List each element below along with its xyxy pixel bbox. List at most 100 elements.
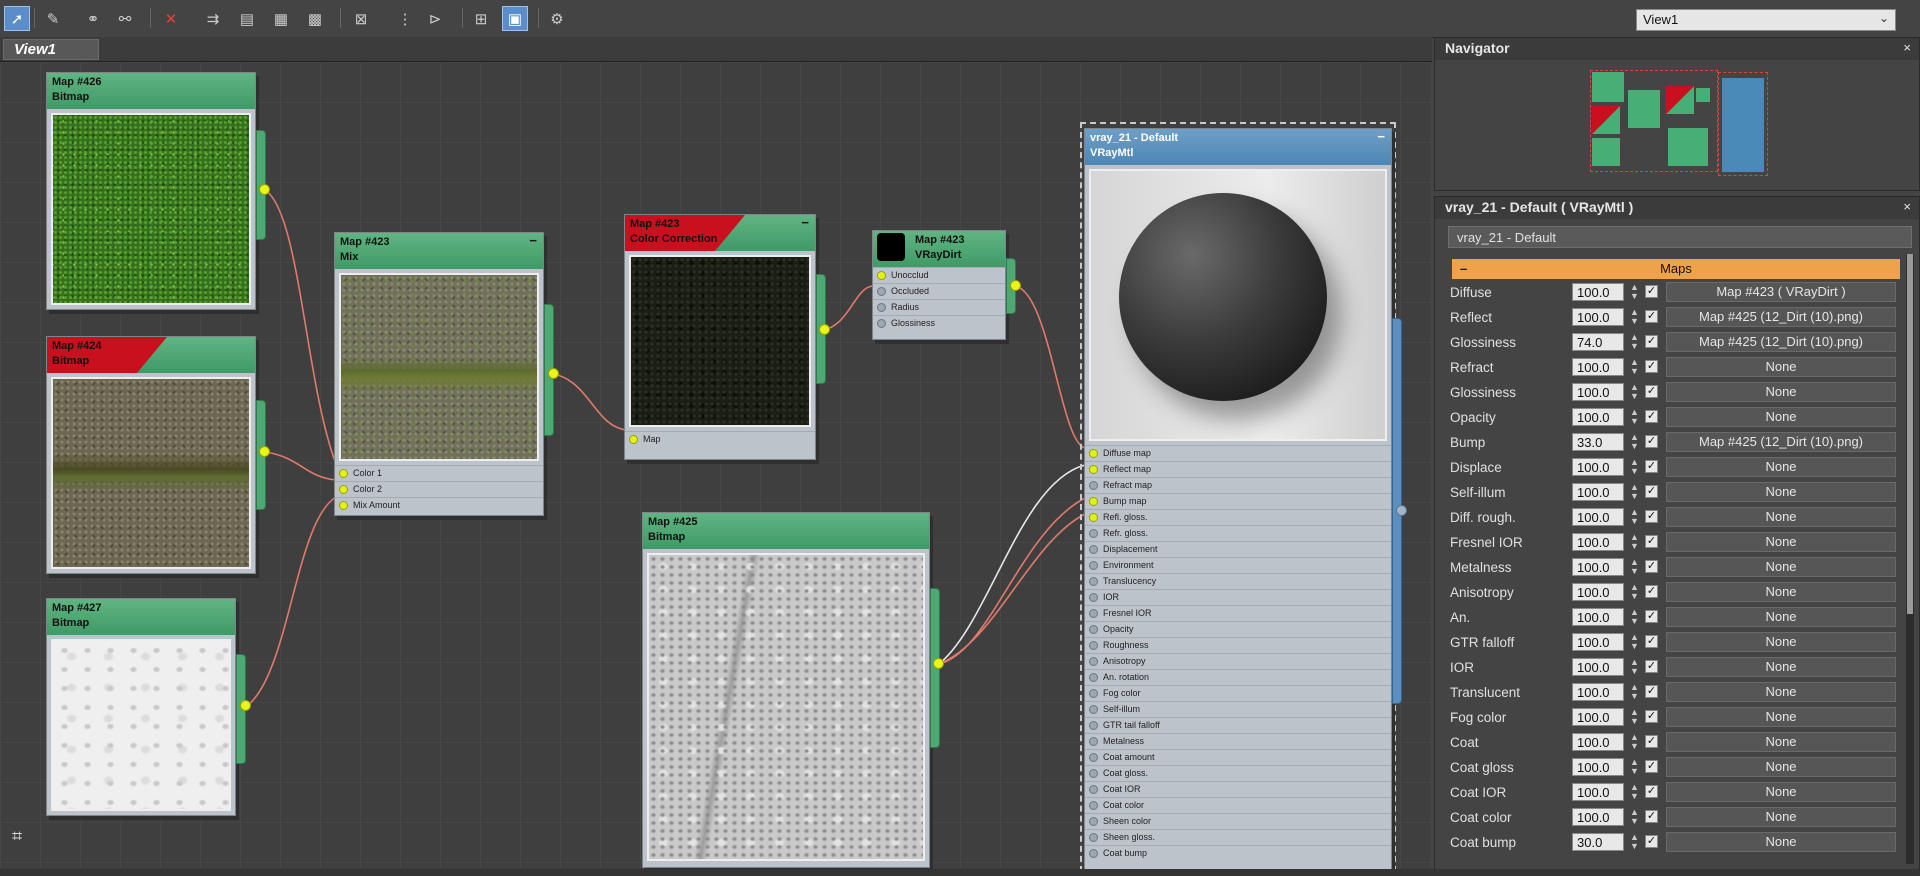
show-end-result-icon[interactable]: ▣ bbox=[502, 6, 528, 31]
input-slot[interactable]: Translucency bbox=[1085, 573, 1391, 589]
input-slot[interactable]: Fog color bbox=[1085, 685, 1391, 701]
close-icon[interactable]: × bbox=[1903, 40, 1911, 55]
spinner-icon[interactable]: ▲ ▼ bbox=[1628, 783, 1641, 801]
navigator-view[interactable] bbox=[1590, 70, 1770, 182]
node-header[interactable]: Map #423 Mix − bbox=[335, 233, 543, 269]
input-socket[interactable] bbox=[1089, 689, 1098, 698]
amount-input[interactable]: 74.0 bbox=[1572, 333, 1624, 351]
input-slot[interactable]: IOR bbox=[1085, 589, 1391, 605]
amount-input[interactable]: 100.0 bbox=[1572, 633, 1624, 651]
map-slot-button[interactable]: None bbox=[1666, 532, 1896, 552]
pick-material-icon[interactable]: ✎ bbox=[40, 6, 66, 31]
input-socket[interactable] bbox=[1089, 449, 1098, 458]
amount-input[interactable]: 100.0 bbox=[1572, 283, 1624, 301]
options-icon[interactable]: ⚙ bbox=[544, 6, 570, 31]
amount-input[interactable]: 100.0 bbox=[1572, 558, 1624, 576]
tab-view1[interactable]: View1 bbox=[3, 39, 99, 60]
node-map-424[interactable]: Map #424 Bitmap bbox=[46, 336, 256, 574]
spinner-icon[interactable]: ▲ ▼ bbox=[1628, 808, 1641, 826]
map-slot-button[interactable]: None bbox=[1666, 807, 1896, 827]
enable-checkbox[interactable]: ✓ bbox=[1645, 535, 1658, 548]
amount-input[interactable]: 100.0 bbox=[1572, 383, 1624, 401]
move-children-icon[interactable]: ⇉ bbox=[200, 6, 226, 31]
map-slot-button[interactable]: None bbox=[1666, 457, 1896, 477]
enable-checkbox[interactable]: ✓ bbox=[1645, 310, 1658, 323]
output-socket[interactable] bbox=[259, 446, 270, 457]
amount-input[interactable]: 100.0 bbox=[1572, 608, 1624, 626]
map-slot-button[interactable]: None bbox=[1666, 382, 1896, 402]
amount-input[interactable]: 100.0 bbox=[1572, 758, 1624, 776]
spinner-icon[interactable]: ▲ ▼ bbox=[1628, 708, 1641, 726]
node-map-427[interactable]: Map #427 Bitmap bbox=[46, 598, 236, 816]
spinner-icon[interactable]: ▲ ▼ bbox=[1628, 458, 1641, 476]
spinner-icon[interactable]: ▲ ▼ bbox=[1628, 633, 1641, 651]
spinner-icon[interactable]: ▲ ▼ bbox=[1628, 508, 1641, 526]
spinner-icon[interactable]: ▲ ▼ bbox=[1628, 308, 1641, 326]
input-slot[interactable]: An. rotation bbox=[1085, 669, 1391, 685]
enable-checkbox[interactable]: ✓ bbox=[1645, 435, 1658, 448]
maps-rollout-header[interactable]: – Maps bbox=[1452, 259, 1900, 279]
amount-input[interactable]: 100.0 bbox=[1572, 508, 1624, 526]
input-slot[interactable]: Sheen color bbox=[1085, 813, 1391, 829]
input-slot[interactable]: Refl. gloss. bbox=[1085, 509, 1391, 525]
spinner-icon[interactable]: ▲ ▼ bbox=[1628, 333, 1641, 351]
assign-material-icon[interactable]: ▤ bbox=[234, 6, 260, 31]
input-slot[interactable]: Coat bump bbox=[1085, 845, 1391, 861]
input-slot[interactable]: Sheen gloss. bbox=[1085, 829, 1391, 845]
scrollbar-thumb[interactable] bbox=[1907, 254, 1913, 614]
map-slot-button[interactable]: None bbox=[1666, 732, 1896, 752]
map-slot-button[interactable]: Map #425 (12_Dirt (10).png) bbox=[1666, 332, 1896, 352]
input-slot-occluded[interactable]: Occluded bbox=[873, 283, 1005, 299]
view-select[interactable]: View1 ⌄ bbox=[1636, 9, 1896, 31]
node-header[interactable]: Map #425 Bitmap bbox=[643, 513, 929, 549]
input-socket[interactable] bbox=[1089, 561, 1098, 570]
input-socket[interactable] bbox=[1089, 625, 1098, 634]
input-slot[interactable]: Refr. gloss. bbox=[1085, 525, 1391, 541]
input-slot-radius[interactable]: Radius bbox=[873, 299, 1005, 315]
output-socket[interactable] bbox=[819, 324, 830, 335]
map-slot-button[interactable]: None bbox=[1666, 357, 1896, 377]
input-socket[interactable] bbox=[1089, 753, 1098, 762]
enable-checkbox[interactable]: ✓ bbox=[1645, 710, 1658, 723]
collapse-icon[interactable]: − bbox=[801, 215, 809, 230]
input-socket[interactable] bbox=[1089, 545, 1098, 554]
material-name-input[interactable]: vray_21 - Default bbox=[1448, 226, 1912, 248]
spinner-icon[interactable]: ▲ ▼ bbox=[1628, 683, 1641, 701]
enable-checkbox[interactable]: ✓ bbox=[1645, 635, 1658, 648]
close-icon[interactable]: × bbox=[1903, 199, 1911, 214]
input-slot[interactable]: Refract map bbox=[1085, 477, 1391, 493]
spinner-icon[interactable]: ▲ ▼ bbox=[1628, 733, 1641, 751]
input-socket[interactable] bbox=[1089, 769, 1098, 778]
map-slot-button[interactable]: None bbox=[1666, 757, 1896, 777]
input-socket[interactable] bbox=[1089, 609, 1098, 618]
input-socket[interactable] bbox=[1089, 721, 1098, 730]
amount-input[interactable]: 30.0 bbox=[1572, 833, 1624, 851]
spinner-icon[interactable]: ▲ ▼ bbox=[1628, 658, 1641, 676]
map-slot-button[interactable]: None bbox=[1666, 707, 1896, 727]
map-slot-button[interactable]: Map #425 (12_Dirt (10).png) bbox=[1666, 432, 1896, 452]
input-slot[interactable]: GTR tail falloff bbox=[1085, 717, 1391, 733]
map-slot-button[interactable]: None bbox=[1666, 782, 1896, 802]
collapse-icon[interactable]: − bbox=[1377, 129, 1385, 144]
input-slot-unoccluded[interactable]: Unocclud bbox=[873, 267, 1005, 283]
enable-checkbox[interactable]: ✓ bbox=[1645, 735, 1658, 748]
spinner-icon[interactable]: ▲ ▼ bbox=[1628, 833, 1641, 851]
collapse-icon[interactable]: − bbox=[529, 233, 537, 248]
enable-checkbox[interactable]: ✓ bbox=[1645, 685, 1658, 698]
input-slot[interactable]: Self-illum bbox=[1085, 701, 1391, 717]
delete-icon[interactable]: ✕ bbox=[158, 6, 184, 31]
amount-input[interactable]: 100.0 bbox=[1572, 783, 1624, 801]
spinner-icon[interactable]: ▲ ▼ bbox=[1628, 558, 1641, 576]
node-canvas[interactable]: Map #426 Bitmap Map #424 Bitmap Map #427… bbox=[0, 62, 1430, 870]
amount-input[interactable]: 33.0 bbox=[1572, 433, 1624, 451]
binoculars-icon[interactable]: ⌗ bbox=[12, 826, 22, 847]
enable-checkbox[interactable]: ✓ bbox=[1645, 760, 1658, 773]
output-socket[interactable] bbox=[548, 368, 559, 379]
map-slot-button[interactable]: None bbox=[1666, 607, 1896, 627]
input-slot[interactable]: Opacity bbox=[1085, 621, 1391, 637]
input-slot-color2[interactable]: Color 2 bbox=[335, 481, 543, 497]
enable-checkbox[interactable]: ✓ bbox=[1645, 510, 1658, 523]
input-slot[interactable]: Metalness bbox=[1085, 733, 1391, 749]
input-socket[interactable] bbox=[1089, 465, 1098, 474]
amount-input[interactable]: 100.0 bbox=[1572, 483, 1624, 501]
